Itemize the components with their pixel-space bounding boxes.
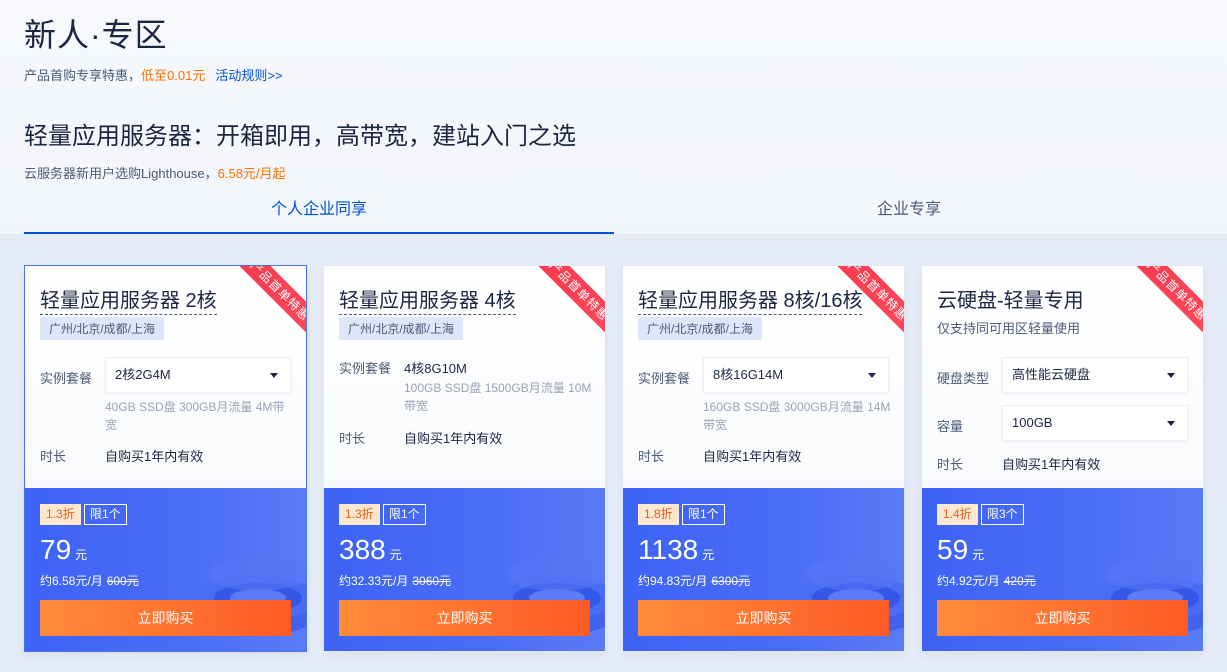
capacity-select[interactable]: 100GB — [1002, 405, 1188, 441]
disk-type-value: 高性能云硬盘 — [1012, 367, 1091, 382]
duration-value: 自购买1年内有效 — [1002, 457, 1101, 472]
buy-now-button[interactable]: 立即购买 — [937, 600, 1188, 636]
tab-enterprise-only[interactable]: 企业专享 — [614, 194, 1204, 234]
limit-badge: 限1个 — [682, 504, 725, 525]
price: 59 元 — [937, 534, 984, 566]
caret-down-icon — [1167, 421, 1175, 426]
spec-label: 实例套餐 — [40, 371, 93, 386]
duration-value: 自购买1年内有效 — [105, 449, 204, 464]
spec-select[interactable]: 2核2G4M — [105, 357, 291, 393]
price-value: 388 — [339, 534, 386, 565]
price: 1138 元 — [638, 534, 714, 566]
promo-highlight: 低至0.01元 — [141, 68, 206, 83]
discount-badge: 1.8折 — [638, 504, 679, 525]
price-unit: 元 — [702, 548, 715, 562]
duration-label: 时长 — [339, 431, 366, 446]
duration-label: 时长 — [40, 449, 67, 464]
product-card: 产品首单特惠 轻量应用服务器 8核/16核 广州/北京/成都/上海 实例套餐 8… — [622, 265, 905, 652]
first-order-ribbon: 产品首单特惠 — [229, 266, 306, 342]
per-month-price: 约4.92元/月 420元 — [937, 572, 1036, 589]
card-title[interactable]: 轻量应用服务器 2核 — [40, 284, 217, 315]
per-month-value: 约6.58元/月 — [40, 574, 103, 588]
price-unit: 元 — [972, 548, 985, 562]
spec-detail: 160GB SSD盘 3000GB月流量 14M带宽 — [703, 400, 891, 432]
section-subtitle: 云服务器新用户选购Lighthouse，6.58元/月起 — [24, 163, 286, 182]
spec-select[interactable]: 8核16G14M — [703, 357, 889, 393]
duration-value: 自购买1年内有效 — [703, 449, 802, 464]
original-price: 420元 — [1003, 574, 1036, 588]
price-area: 1.3折 限1个 388 元 约32.33元/月 3060元 立即购买 — [324, 488, 605, 651]
price-value: 79 — [40, 534, 72, 565]
spec-label: 实例套餐 — [339, 361, 392, 376]
per-month-price: 约32.33元/月 3060元 — [339, 572, 451, 589]
price-value: 59 — [937, 534, 969, 565]
tab-bar: 个人企业同享 企业专享 — [24, 194, 1204, 234]
price-unit: 元 — [75, 548, 88, 562]
buy-now-button[interactable]: 立即购买 — [339, 600, 590, 636]
capacity-label: 容量 — [937, 419, 964, 434]
duration-value: 自购买1年内有效 — [404, 431, 503, 446]
region-tag: 广州/北京/成都/上海 — [638, 317, 763, 340]
product-card: 产品首单特惠 云硬盘-轻量专用 仅支持同可用区轻量使用 硬盘类型 高性能云硬盘 … — [921, 265, 1204, 652]
price-unit: 元 — [389, 548, 402, 562]
rules-link[interactable]: 活动规则>> — [215, 68, 282, 83]
caret-down-icon — [1167, 373, 1175, 378]
spec-detail: 40GB SSD盘 300GB月流量 4M带宽 — [105, 400, 285, 432]
page-title: 新人·专区 — [24, 17, 168, 53]
disk-type-label: 硬盘类型 — [937, 371, 990, 386]
promo-line: 产品首购专享特惠，低至0.01元 活动规则>> — [24, 65, 283, 84]
section-subtitle-text: 云服务器新用户选购Lighthouse， — [24, 166, 218, 181]
duration-label: 时长 — [638, 449, 665, 464]
disk-type-select[interactable]: 高性能云硬盘 — [1002, 357, 1188, 393]
spec-select-value: 8核16G14M — [713, 367, 784, 382]
per-month-price: 约94.83元/月 6300元 — [638, 572, 750, 589]
original-price: 3060元 — [412, 574, 452, 588]
duration-label: 时长 — [937, 457, 964, 472]
caret-down-icon — [868, 373, 876, 378]
limit-badge: 限1个 — [84, 504, 127, 525]
card-title[interactable]: 轻量应用服务器 8核/16核 — [638, 284, 863, 315]
first-order-ribbon: 产品首单特惠 — [1126, 266, 1203, 342]
caret-down-icon — [270, 373, 278, 378]
region-tag: 广州/北京/成都/上海 — [40, 317, 165, 340]
buy-now-button[interactable]: 立即购买 — [638, 600, 889, 636]
capacity-value: 100GB — [1012, 415, 1053, 430]
product-card: 产品首单特惠 轻量应用服务器 4核 广州/北京/成都/上海 实例套餐 4核8G1… — [323, 265, 606, 652]
tab-personal-enterprise[interactable]: 个人企业同享 — [24, 194, 614, 234]
discount-badge: 1.3折 — [40, 504, 81, 525]
per-month-value: 约94.83元/月 — [638, 574, 708, 588]
spec-label: 实例套餐 — [638, 371, 691, 386]
region-tag: 广州/北京/成都/上海 — [339, 317, 464, 340]
card-title[interactable]: 轻量应用服务器 4核 — [339, 284, 516, 315]
per-month-price: 约6.58元/月 600元 — [40, 572, 139, 589]
price: 79 元 — [40, 534, 87, 566]
discount-badge: 1.4折 — [937, 504, 978, 525]
limit-badge: 限3个 — [981, 504, 1024, 525]
price-area: 1.3折 限1个 79 元 约6.58元/月 600元 立即购买 — [25, 488, 306, 651]
limit-badge: 限1个 — [383, 504, 426, 525]
price: 388 元 — [339, 534, 402, 566]
section-subtitle-highlight: 6.58元/月起 — [217, 166, 286, 181]
per-month-value: 约32.33元/月 — [339, 574, 409, 588]
product-cards: 产品首单特惠 轻量应用服务器 2核 广州/北京/成都/上海 实例套餐 2核2G4… — [24, 265, 1205, 652]
price-area: 1.8折 限1个 1138 元 约94.83元/月 6300元 立即购买 — [623, 488, 904, 651]
spec-select-value: 2核2G4M — [115, 367, 171, 382]
card-description: 仅支持同可用区轻量使用 — [937, 321, 1081, 336]
promo-text: 产品首购专享特惠， — [24, 68, 142, 83]
spec-value: 4核8G10M — [404, 361, 467, 376]
per-month-value: 约4.92元/月 — [937, 574, 1000, 588]
buy-now-button[interactable]: 立即购买 — [40, 600, 291, 636]
discount-badge: 1.3折 — [339, 504, 380, 525]
original-price: 600元 — [106, 574, 139, 588]
original-price: 6300元 — [711, 574, 751, 588]
card-title: 云硬盘-轻量专用 — [937, 290, 1084, 312]
product-card: 产品首单特惠 轻量应用服务器 2核 广州/北京/成都/上海 实例套餐 2核2G4… — [24, 265, 307, 652]
spec-detail: 100GB SSD盘 1500GB月流量 10M带宽 — [404, 381, 592, 413]
section-title: 轻量应用服务器：开箱即用，高带宽，建站入门之选 — [24, 123, 576, 150]
price-area: 1.4折 限3个 59 元 约4.92元/月 420元 立即购买 — [922, 488, 1203, 651]
first-order-ribbon: 产品首单特惠 — [528, 266, 605, 342]
price-value: 1138 — [638, 534, 699, 565]
